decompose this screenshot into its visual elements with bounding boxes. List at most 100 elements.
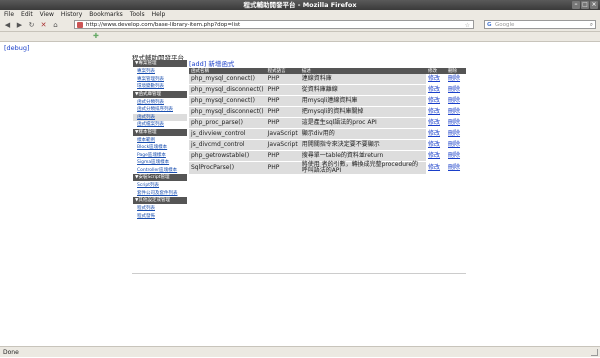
minimize-icon[interactable]: – xyxy=(572,1,580,9)
sidebar-item[interactable]: 函式列表 xyxy=(133,113,187,121)
delete-link-container: 刪除 xyxy=(446,139,466,151)
search-engine-icon[interactable]: G xyxy=(487,21,492,30)
footer-divider xyxy=(132,273,466,274)
maximize-icon[interactable]: □ xyxy=(581,1,589,9)
function-name-cell: js_divview_control xyxy=(189,128,266,140)
window-titlebar: 程式輔助開發平台 - Mozilla Firefox – □ × xyxy=(0,0,600,10)
page-content: [debug] 程式輔助開發平台 ▼專案管理 專案列表 專案管理列表 環境變數列表 ▼函… xyxy=(0,42,600,346)
edit-link[interactable]: 修改 xyxy=(428,152,440,159)
home-icon[interactable]: ⌂ xyxy=(51,21,60,29)
sidebar-item[interactable]: 函式分類排序列表 xyxy=(133,106,187,114)
function-name-cell: js_divcmd_control xyxy=(189,139,266,151)
bookmark-star-icon[interactable]: ☆ xyxy=(465,21,470,30)
menu-help[interactable]: Help xyxy=(152,10,166,19)
delete-link-container: 刪除 xyxy=(446,117,466,129)
table-row: js_divview_control JavaScript 顯示div用的 修改 刪除 xyxy=(189,128,466,140)
menu-bar: File Edit View History Bookmarks Tools H… xyxy=(0,10,600,19)
sidebar-section-header[interactable]: ▼函式庫管理 xyxy=(133,90,187,98)
close-icon[interactable]: × xyxy=(590,1,598,9)
description-cell: 這是產生sql語法的proc API xyxy=(299,117,426,129)
sidebar-section-header[interactable]: ▼其他設定或管理 xyxy=(133,197,187,204)
sidebar-section-header[interactable]: ▼樣本管理 xyxy=(133,128,187,136)
language-cell: PHP xyxy=(265,106,300,118)
delete-link-container: 刪除 xyxy=(446,106,466,118)
delete-link[interactable]: 刪除 xyxy=(448,108,460,115)
sidebar-item[interactable]: 專案管理列表 xyxy=(133,76,187,84)
function-name-cell: php_proc_parse() xyxy=(189,117,266,129)
add-bookmark-icon[interactable]: ✚ xyxy=(93,32,99,41)
sidebar-item[interactable]: 專案列表 xyxy=(133,68,187,76)
table-row: php_getrowstable() PHP 搜尋單一table的資料並return… xyxy=(189,150,466,162)
search-icon[interactable]: ⌕ xyxy=(590,21,593,30)
delete-link[interactable]: 刪除 xyxy=(448,152,460,159)
edit-link[interactable]: 修改 xyxy=(428,97,440,104)
forward-icon[interactable]: ▶ xyxy=(15,21,24,29)
add-function-link[interactable]: [add] 新增函式 xyxy=(189,60,466,68)
sidebar-section-header[interactable]: ▼安裝Script管理 xyxy=(133,174,187,181)
edit-link[interactable]: 修改 xyxy=(428,86,440,93)
sidebar-item[interactable]: Block區塊樣本 xyxy=(133,144,187,152)
delete-link[interactable]: 刪除 xyxy=(448,97,460,104)
debug-link[interactable]: [debug] xyxy=(4,44,30,52)
url-text: http://www.develop.com/base-library-item… xyxy=(86,22,241,28)
sidebar-item[interactable]: 環境變數列表 xyxy=(133,83,187,91)
delete-link-container: 刪除 xyxy=(446,74,466,85)
sidebar-item[interactable]: Page區塊樣本 xyxy=(133,152,187,160)
url-bar[interactable]: http://www.develop.com/base-library-item… xyxy=(74,20,474,29)
edit-link-container: 修改 xyxy=(426,106,446,118)
main-panel: [add] 新增函式 函式名稱 程式語言 描述 修改 刪除 php_mysql_… xyxy=(189,60,466,175)
search-input[interactable]: G Google ⌕ xyxy=(484,20,596,29)
function-name-cell: php_mysql_connect() xyxy=(189,74,266,85)
edit-link[interactable]: 修改 xyxy=(428,119,440,126)
delete-link[interactable]: 刪除 xyxy=(448,164,460,171)
menu-view[interactable]: View xyxy=(40,10,54,19)
sidebar-item[interactable]: Sigma區塊樣本 xyxy=(133,159,187,167)
edit-link-container: 修改 xyxy=(426,74,446,85)
menu-tools[interactable]: Tools xyxy=(130,10,145,19)
sidebar-item[interactable]: 程式列表 xyxy=(133,205,187,213)
function-name-cell: php_mysql_disconnect() xyxy=(189,106,266,118)
edit-link[interactable]: 修改 xyxy=(428,75,440,82)
function-name-cell: SqlProcParse() xyxy=(189,161,266,175)
sidebar-item[interactable]: 程式發佈 xyxy=(133,213,187,221)
table-row: php_mysql_connect() PHP 用mysqli連線資料庫 修改 刪除 xyxy=(189,95,466,107)
edit-link[interactable]: 修改 xyxy=(428,164,440,171)
delete-link[interactable]: 刪除 xyxy=(448,75,460,82)
sidebar-item[interactable]: 樣本範例 xyxy=(133,137,187,145)
back-icon[interactable]: ◀ xyxy=(3,21,12,29)
delete-link-container: 刪除 xyxy=(446,84,466,96)
table-row: SqlProcParse() PHP 將使用 者的引數，轉換成完整procedure… xyxy=(189,161,466,175)
edit-link-container: 修改 xyxy=(426,117,446,129)
sidebar-item[interactable]: 套件公司及套件列表 xyxy=(133,190,187,198)
window-controls: – □ × xyxy=(572,1,598,9)
menu-file[interactable]: File xyxy=(4,10,14,19)
edit-link[interactable]: 修改 xyxy=(428,141,440,148)
sidebar: ▼專案管理 專案列表 專案管理列表 環境變數列表 ▼函式庫管理 函式分類列表 函式分類排序列… xyxy=(133,60,187,220)
sidebar-item[interactable]: Controller區塊樣本 xyxy=(133,167,187,175)
site-favicon-icon xyxy=(77,22,83,28)
description-cell: 用開關指令來決定要不要顯示 xyxy=(299,139,426,151)
sidebar-item[interactable]: 函式分類列表 xyxy=(133,99,187,107)
delete-link[interactable]: 刪除 xyxy=(448,141,460,148)
sidebar-item[interactable]: Script列表 xyxy=(133,182,187,190)
edit-link[interactable]: 修改 xyxy=(428,130,440,137)
search-placeholder: Google xyxy=(495,22,515,28)
language-cell: JavaScript xyxy=(265,128,300,140)
language-cell: PHP xyxy=(265,84,300,96)
menu-bookmarks[interactable]: Bookmarks xyxy=(89,10,123,19)
delete-link[interactable]: 刪除 xyxy=(448,130,460,137)
sidebar-item[interactable]: 函式檔案列表 xyxy=(133,121,187,129)
sidebar-section-header[interactable]: ▼專案管理 xyxy=(133,60,187,67)
edit-link[interactable]: 修改 xyxy=(428,108,440,115)
language-cell: PHP xyxy=(265,117,300,129)
table-row: php_mysql_disconnect() PHP 把mysqli的資料庫關掉 修改… xyxy=(189,106,466,118)
menu-edit[interactable]: Edit xyxy=(21,10,33,19)
delete-link[interactable]: 刪除 xyxy=(448,86,460,93)
resize-grip-icon[interactable] xyxy=(591,349,598,356)
reload-icon[interactable]: ↻ xyxy=(27,21,36,29)
menu-history[interactable]: History xyxy=(61,10,82,19)
stop-icon[interactable]: ✕ xyxy=(39,21,48,29)
language-cell: PHP xyxy=(265,74,300,85)
delete-link[interactable]: 刪除 xyxy=(448,119,460,126)
function-name-cell: php_getrowstable() xyxy=(189,150,266,162)
